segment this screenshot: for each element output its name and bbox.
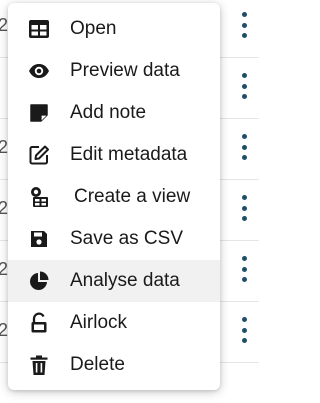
menu-item-airlock[interactable]: Airlock (8, 302, 220, 344)
row-number: 2 (0, 259, 9, 279)
row-number: 2 (0, 320, 9, 340)
row-actions-kebab-icon[interactable] (237, 134, 251, 160)
row-actions-menu: Open Preview data Add note Edit metadata (8, 3, 220, 390)
row-actions-kebab-icon[interactable] (237, 73, 251, 99)
sticky-note-icon (28, 102, 50, 124)
menu-item-label: Create a view (74, 186, 191, 207)
row-number: 2 (0, 15, 9, 35)
trash-icon (28, 354, 50, 376)
table-icon (28, 18, 50, 40)
menu-item-label: Open (70, 18, 117, 39)
menu-item-edit-metadata[interactable]: Edit metadata (8, 134, 220, 176)
menu-item-analyse-data[interactable]: Analyse data (8, 260, 220, 302)
create-view-icon (28, 186, 50, 208)
menu-item-label: Delete (70, 354, 125, 375)
row-actions-kebab-icon[interactable] (237, 12, 251, 38)
row-number: 2 (0, 137, 9, 157)
menu-item-label: Analyse data (70, 270, 180, 291)
menu-item-label: Airlock (70, 312, 128, 333)
edit-icon (28, 144, 50, 166)
row-actions-kebab-icon[interactable] (237, 256, 251, 282)
menu-item-save-as-csv[interactable]: Save as CSV (8, 218, 220, 260)
menu-item-label: Edit metadata (70, 144, 188, 165)
unlock-icon (28, 312, 50, 334)
menu-item-label: Preview data (70, 60, 180, 81)
row-actions-kebab-icon[interactable] (237, 317, 251, 343)
eye-icon (28, 60, 50, 82)
menu-item-label: Save as CSV (70, 228, 183, 249)
menu-item-delete[interactable]: Delete (8, 344, 220, 386)
row-actions-kebab-icon[interactable] (237, 195, 251, 221)
menu-item-add-note[interactable]: Add note (8, 92, 220, 134)
menu-item-create-a-view[interactable]: Create a view (8, 176, 220, 218)
menu-item-open[interactable]: Open (8, 8, 220, 50)
pie-chart-icon (28, 270, 50, 292)
row-number: 2 (0, 198, 9, 218)
menu-item-preview-data[interactable]: Preview data (8, 50, 220, 92)
menu-item-label: Add note (70, 102, 147, 123)
save-icon (28, 228, 50, 250)
